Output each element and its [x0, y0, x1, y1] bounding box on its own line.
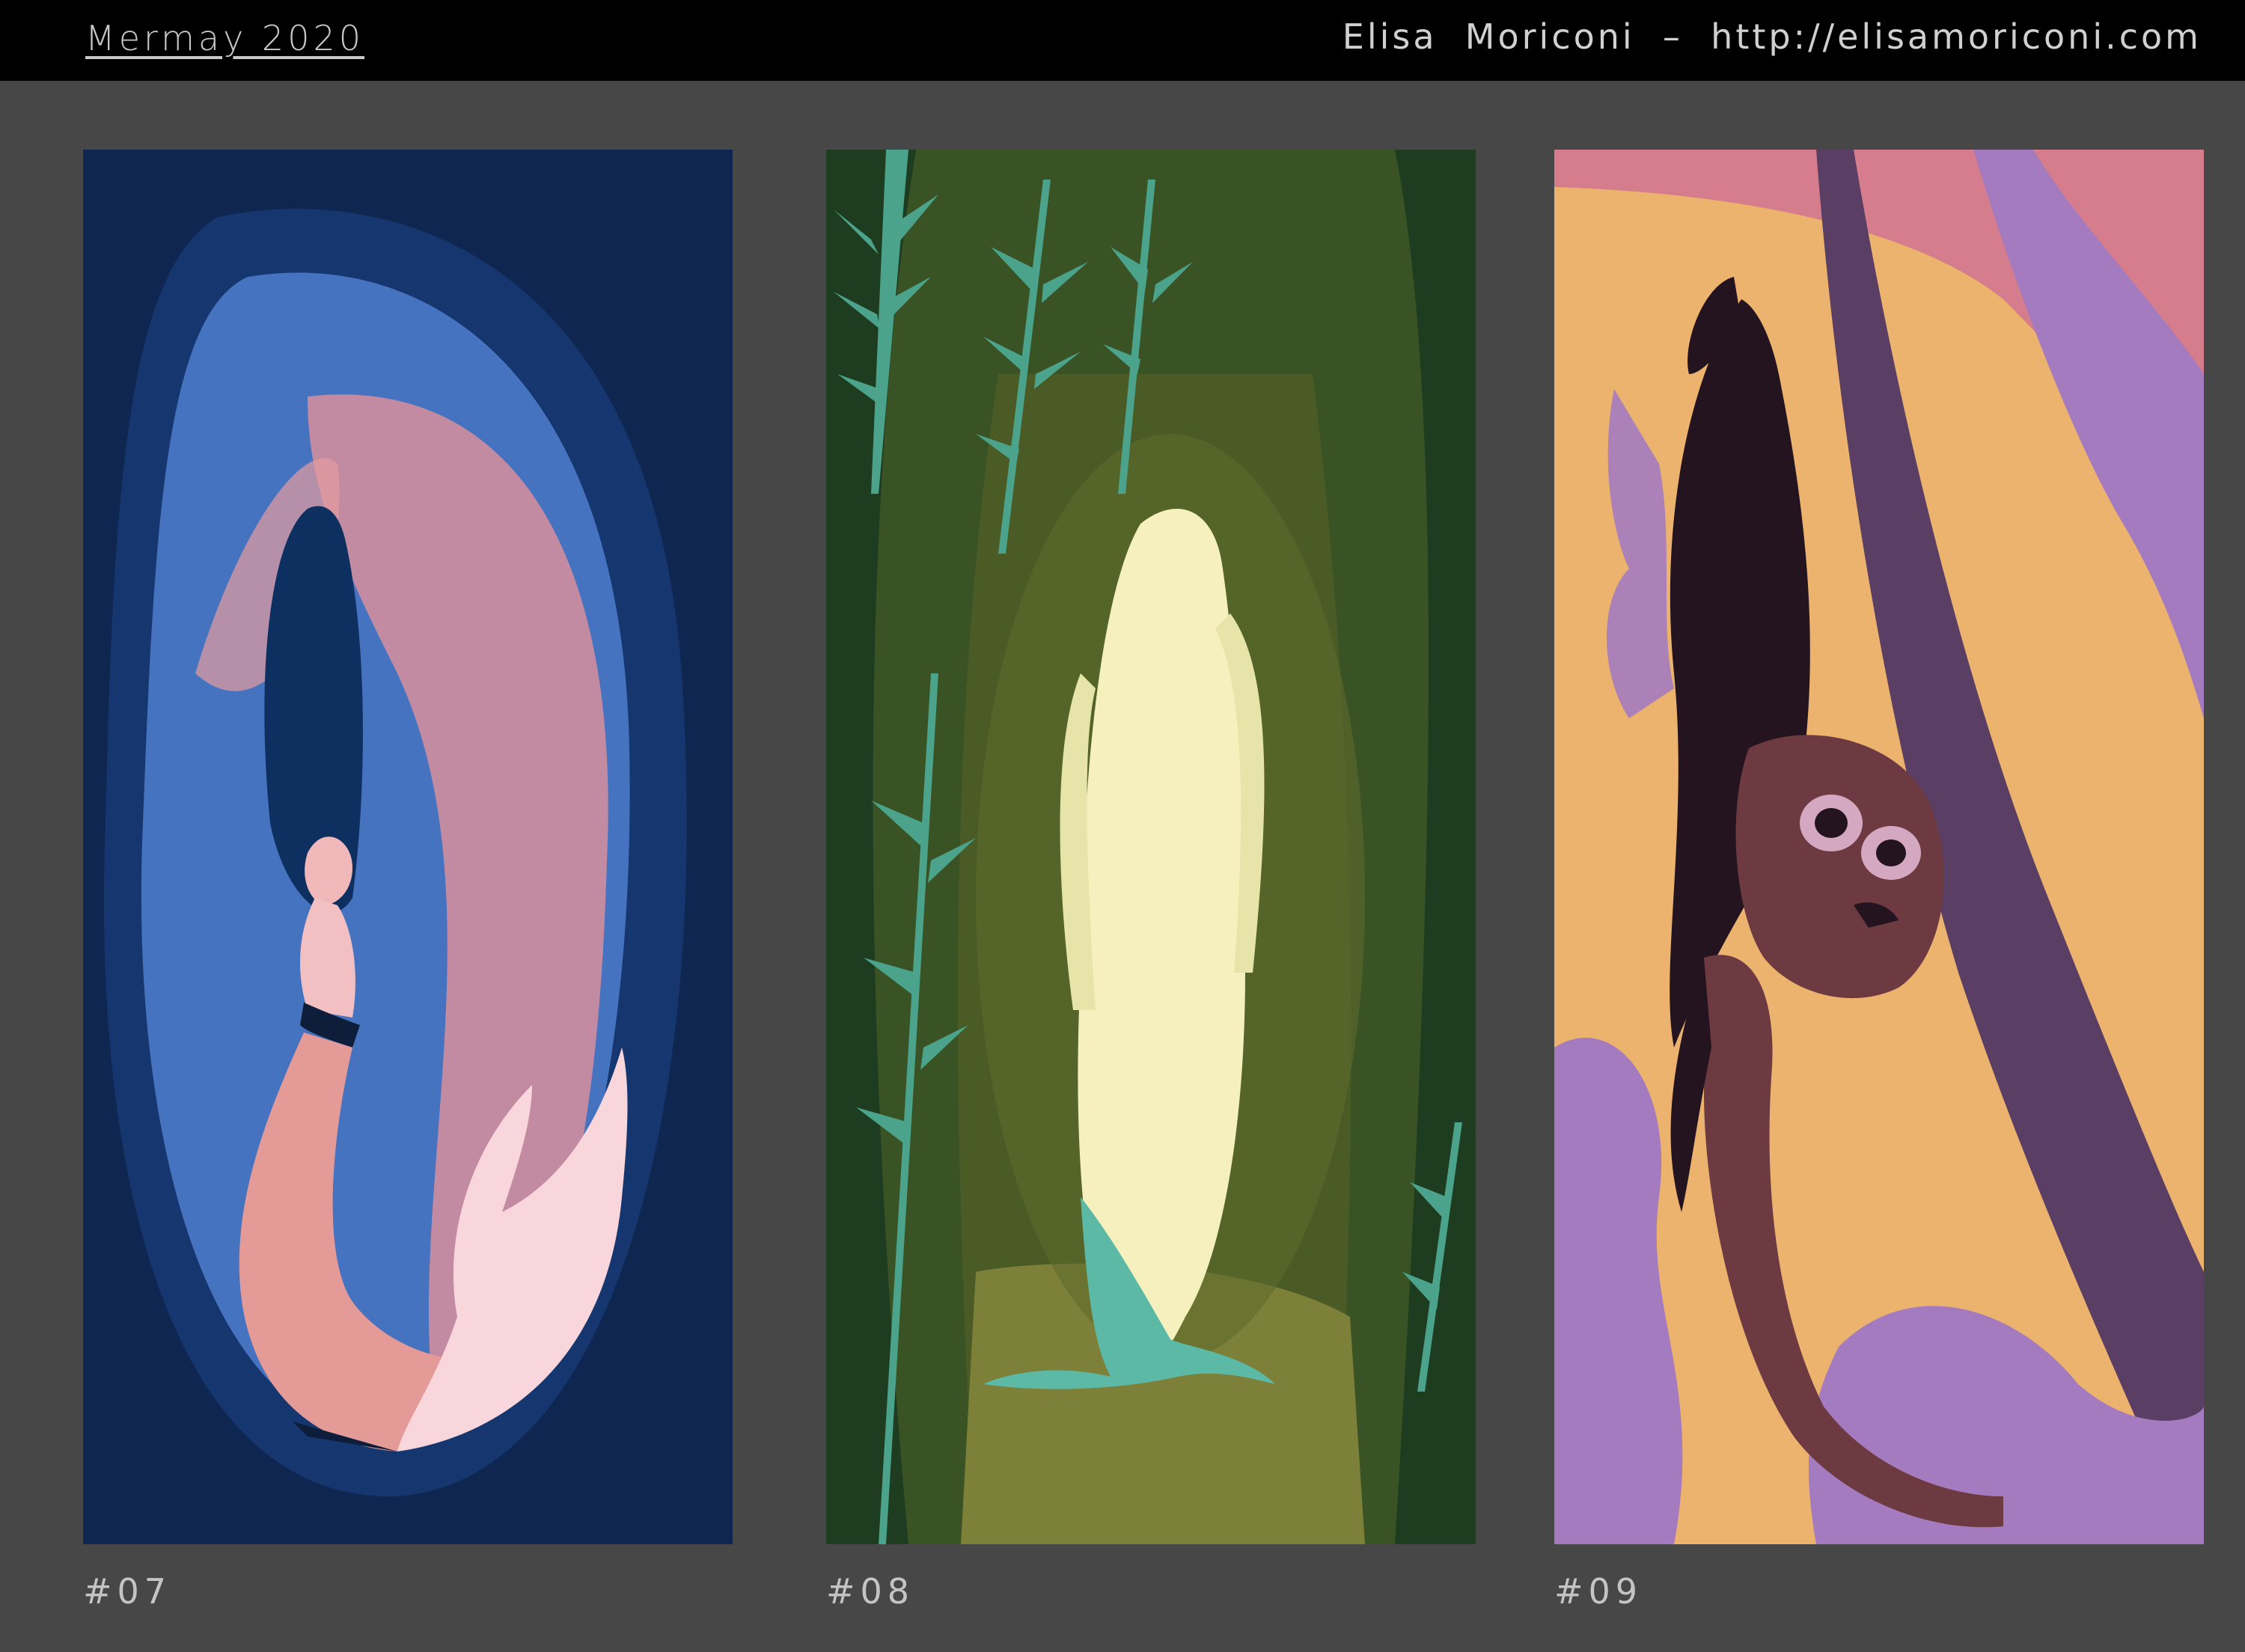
mermaid-cave-illustration [83, 150, 733, 1544]
forest-mermaid-illustration [826, 150, 1476, 1544]
artist-credit: Elisa Moriconi – http://elisamoriconi.co… [1342, 16, 2202, 57]
caption-07: #07 [83, 1571, 172, 1612]
page-title[interactable]: Mermay 2020 [85, 18, 364, 58]
caption-09: #09 [1554, 1571, 1643, 1612]
artwork-08[interactable] [826, 150, 1476, 1544]
artwork-09[interactable] [1554, 150, 2204, 1544]
diving-mermaid-illustration [1554, 150, 2204, 1544]
artwork-07[interactable] [83, 150, 733, 1544]
header-bar: Mermay 2020 Elisa Moriconi – http://elis… [0, 0, 2245, 81]
caption-08: #08 [826, 1571, 915, 1612]
